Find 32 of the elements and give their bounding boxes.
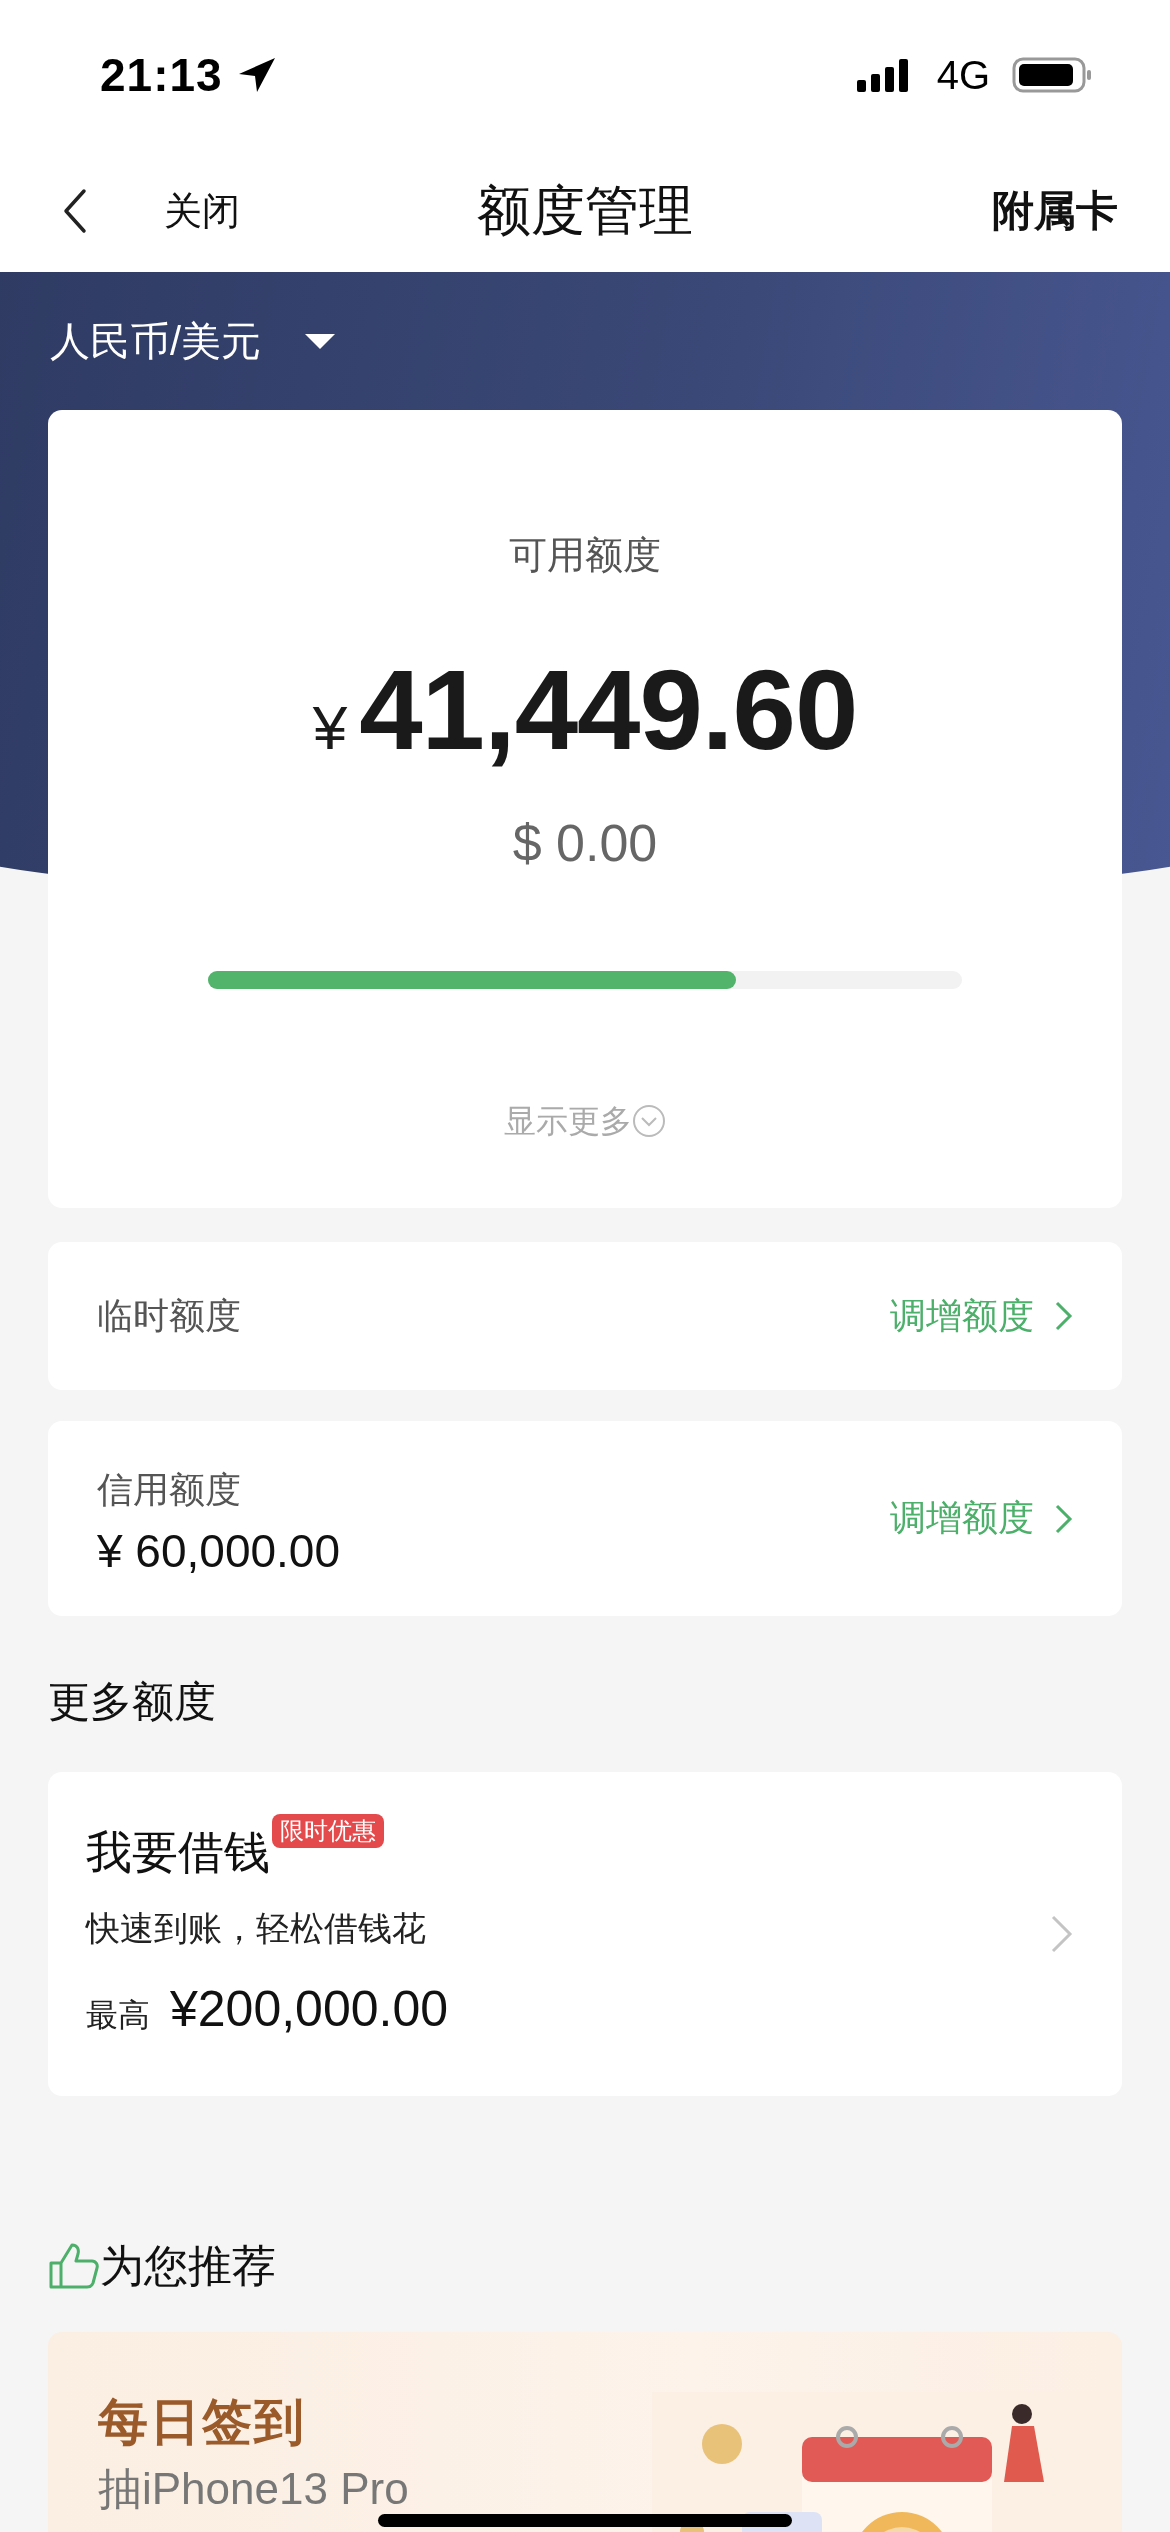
chevron-right-icon bbox=[1050, 1914, 1074, 1954]
clock-time: 21:13 bbox=[100, 48, 223, 102]
currency-symbol: ¥ bbox=[312, 692, 348, 764]
currency-selector[interactable]: 人民币/美元 bbox=[50, 313, 336, 369]
section-title: 为您推荐 bbox=[100, 2239, 276, 2292]
limit-label: 信用额度 bbox=[97, 1467, 242, 1512]
usd-amount: $ 0.00 bbox=[512, 813, 658, 873]
promo-badge: 限时优惠 bbox=[272, 1814, 384, 1848]
signal-icon bbox=[856, 57, 909, 93]
loan-card[interactable]: 我要借钱 限时优惠 快速到账，轻松借钱花 最高 ¥200,000.00 bbox=[48, 1772, 1122, 2096]
available-limit-label: 可用额度 bbox=[509, 533, 661, 578]
network-type: 4G bbox=[936, 52, 990, 98]
available-amount: 41,449.60 bbox=[359, 645, 858, 775]
loan-title: 我要借钱 bbox=[86, 1825, 270, 1880]
promo-title: 每日签到 bbox=[98, 2393, 307, 2452]
chevron-right-icon bbox=[1054, 1502, 1074, 1535]
thumbs-up-icon bbox=[48, 2241, 100, 2291]
section-title: 更多额度 bbox=[48, 1677, 217, 1727]
chevron-down-icon bbox=[632, 1104, 666, 1138]
secondary-card-button[interactable]: 附属卡 bbox=[992, 183, 1118, 239]
battery-icon bbox=[1012, 57, 1092, 93]
loan-subtitle: 快速到账，轻松借钱花 bbox=[86, 1908, 427, 1949]
close-button[interactable]: 关闭 bbox=[164, 185, 240, 237]
limit-amount: ¥ 60,000.00 bbox=[97, 1523, 341, 1579]
max-label: 最高 bbox=[86, 1996, 150, 2035]
dropdown-caret-icon bbox=[305, 333, 336, 349]
limit-label: 临时额度 bbox=[97, 1294, 242, 1338]
max-amount: ¥200,000.00 bbox=[170, 1980, 449, 2038]
promo-banner[interactable]: 每日签到 抽iPhone13 Pro bbox=[48, 2332, 1122, 2532]
chevron-right-icon bbox=[1054, 1300, 1074, 1332]
promo-subtitle: 抽iPhone13 Pro bbox=[98, 2464, 409, 2514]
page-title: 额度管理 bbox=[477, 179, 693, 240]
